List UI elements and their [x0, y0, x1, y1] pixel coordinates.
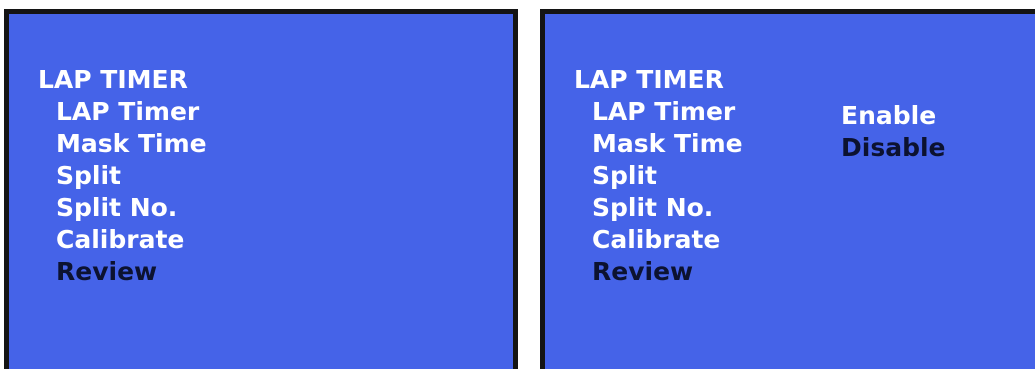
menu-item-review[interactable]: Review — [574, 256, 743, 288]
option-disable[interactable]: Disable — [841, 132, 946, 164]
menu-item-split-no[interactable]: Split No. — [38, 192, 207, 224]
lap-timer-options: Enable Disable — [841, 100, 946, 164]
lcd-screen-submenu: LAP TIMER LAP Timer Mask Time Split Spli… — [540, 9, 1035, 369]
menu-item-lap-timer[interactable]: LAP Timer — [38, 96, 207, 128]
menu-item-split[interactable]: Split — [38, 160, 207, 192]
menu-item-mask-time[interactable]: Mask Time — [38, 128, 207, 160]
menu-item-lap-timer[interactable]: LAP Timer — [574, 96, 743, 128]
lap-timer-menu: LAP TIMER LAP Timer Mask Time Split Spli… — [574, 64, 743, 288]
lap-timer-menu: LAP TIMER LAP Timer Mask Time Split Spli… — [38, 64, 207, 288]
menu-title: LAP TIMER — [38, 65, 188, 94]
menu-item-split-no[interactable]: Split No. — [574, 192, 743, 224]
option-enable[interactable]: Enable — [841, 100, 946, 132]
menu-title: LAP TIMER — [574, 65, 724, 94]
menu-item-review[interactable]: Review — [38, 256, 207, 288]
lcd-screen-menu: LAP TIMER LAP Timer Mask Time Split Spli… — [4, 9, 518, 369]
menu-item-split[interactable]: Split — [574, 160, 743, 192]
menu-item-calibrate[interactable]: Calibrate — [38, 224, 207, 256]
menu-item-calibrate[interactable]: Calibrate — [574, 224, 743, 256]
menu-item-mask-time[interactable]: Mask Time — [574, 128, 743, 160]
